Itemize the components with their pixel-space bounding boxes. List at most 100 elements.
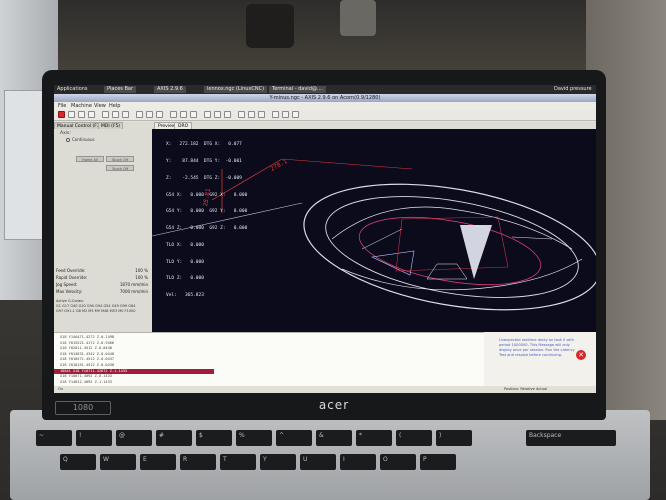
keyboard-key: * [356, 430, 392, 446]
toolbar-button-icon[interactable] [292, 111, 299, 118]
menu-help[interactable]: Help [109, 102, 120, 110]
radio-icon[interactable] [66, 138, 70, 142]
keyboard-key: T [220, 454, 256, 470]
gcode-line[interactable]: X18 Y10071.4092 Z-0.1433 [60, 374, 112, 379]
slider-value: 100 % [135, 275, 148, 280]
toolbar-button-icon[interactable] [102, 111, 109, 118]
tab-dro[interactable]: DRO [174, 122, 193, 129]
task-button-places[interactable]: Places Bar [104, 86, 137, 93]
slider-label: Max Velocity: [56, 289, 83, 294]
toolbar-button-icon[interactable] [258, 111, 265, 118]
gcode-line[interactable]: X18 Y015521.4172 Z-0.9466 [60, 341, 114, 346]
error-icon[interactable]: ✕ [576, 350, 586, 360]
estop-icon[interactable] [58, 111, 65, 118]
preview-tabbar: Preview DRO [152, 122, 596, 129]
outer-ring [303, 183, 596, 311]
keyboard-key: % [236, 430, 272, 446]
toolbar-button-icon[interactable] [282, 111, 289, 118]
toolbar-button-icon[interactable] [122, 111, 129, 118]
toolbar-button-icon[interactable] [112, 111, 119, 118]
home-all-button[interactable]: Home All [76, 156, 104, 162]
toolpath-preview[interactable]: Preview DRO X: 272.182 DTG X: 0.077 Y: 8… [152, 122, 596, 332]
toolbar-button-icon[interactable] [238, 111, 245, 118]
toolbar-button-icon[interactable] [88, 111, 95, 118]
keyboard-key: $ [196, 430, 232, 446]
gcode-line[interactable]: X18 Y010151.4512 Z-0.0438 [60, 363, 114, 368]
dro-line: Vel: 365.823 [166, 293, 204, 299]
slider-label: Jog Speed: [56, 282, 78, 287]
background-spool [246, 4, 294, 48]
toolbar-button-icon[interactable] [156, 111, 163, 118]
text-path [341, 258, 583, 291]
gcodes-line: G97 G91.1 G8 M2 M5 M9 M48 M53 M0 F1000 [56, 309, 136, 313]
backspace-key: Backspace [526, 430, 616, 446]
status-bar: On Position: Relative Actual [54, 386, 596, 393]
toolbar-button-icon[interactable] [224, 111, 231, 118]
toolbar-button-icon[interactable] [180, 111, 187, 118]
toolbar-button-icon[interactable] [190, 111, 197, 118]
toolbar-button-icon[interactable] [214, 111, 221, 118]
menubar: File Machine View Help [54, 102, 596, 110]
feed-override-slider[interactable]: Feed Override: 100 % [56, 267, 150, 274]
toolbar-button-icon[interactable] [272, 111, 279, 118]
desktop-panel: Applications Places Bar AXIS 2.9.6 lenno… [54, 85, 596, 94]
dimension-line [281, 158, 413, 170]
status-left: On [58, 387, 64, 391]
keyboard-key: Y [260, 454, 296, 470]
max-velocity-slider[interactable]: Max Velocity: 7000 mm/min [56, 288, 150, 295]
detail-path [361, 228, 403, 250]
task-button-axis[interactable]: AXIS 2.9.6 [154, 86, 186, 93]
dro-line: TLO Z: 0.000 [166, 276, 204, 282]
laptop-screen: Applications Places Bar AXIS 2.9.6 lenno… [54, 85, 596, 393]
inner-ring [325, 196, 579, 298]
jog-speed-slider[interactable]: Jog Speed: 1870 mm/min [56, 281, 150, 288]
dro-line: G54 Z: 0.000 G92 Z: 0.000 [166, 226, 248, 232]
gcode-line[interactable]: X18 Y014631.4342 Z-0.0448 [60, 352, 114, 357]
gcode-line-active[interactable]: 16641 X18 Y10711.42672 Z-1.1433 [54, 368, 214, 374]
background-box [340, 0, 376, 36]
toolbar-button-icon[interactable] [204, 111, 211, 118]
dro-readout: X: 272.182 DTG X: 0.077 Y: 87.844 DTG Y:… [166, 131, 247, 310]
applications-menu[interactable]: Applications [57, 85, 88, 94]
gcode-listing[interactable]: X18 Y14A471.4272 Z-0.1498 X18 Y015521.417… [54, 332, 484, 386]
background-shelf [58, 0, 588, 70]
active-gcodes: Active G-Codes: G1 G17 G40 G20 G90 G94 G… [56, 299, 150, 314]
rapid-override-slider[interactable]: Rapid Override: 100 % [56, 274, 150, 281]
tool-cone-icon [460, 225, 492, 279]
user-name[interactable]: David pressure [554, 85, 592, 94]
toolbar-button-icon[interactable] [248, 111, 255, 118]
keyboard-key: ) [436, 430, 472, 446]
text-path [331, 206, 573, 250]
menu-file[interactable]: File [58, 102, 66, 110]
toolbar-button-icon[interactable] [136, 111, 143, 118]
dro-line: G54 Y: 0.000 G92 Y: 0.000 [166, 209, 248, 215]
jog-mode-select[interactable]: Continuous [72, 137, 95, 142]
gcode-line[interactable]: X18 Y02011.4512 Z-0.0448 [60, 346, 112, 351]
gcode-line[interactable]: X18 Y010571.4512 Z-0.0437 [60, 357, 114, 362]
toolbar-button-icon[interactable] [68, 111, 75, 118]
toolbar-button-icon[interactable] [170, 111, 177, 118]
toolbar-button-icon[interactable] [146, 111, 153, 118]
toolbar-button-icon[interactable] [78, 111, 85, 118]
axis-label: Axis: [60, 131, 71, 136]
cabinet-panel [4, 90, 46, 240]
dro-line: Y: 87.844 DTG Y: -0.001 [166, 158, 242, 164]
tab-mdi[interactable]: MDI (F5) [98, 122, 124, 129]
tab-manual-control[interactable]: Manual Control (F3) [54, 122, 105, 129]
menu-view[interactable]: View [94, 102, 106, 110]
slider-label: Feed Override: [56, 268, 86, 273]
gcode-line[interactable]: X18 Y14A471.4272 Z-0.1498 [60, 335, 114, 340]
keyboard-key: W [100, 454, 136, 470]
slider-value: 100 % [135, 268, 148, 273]
touch-off-button-2[interactable]: Touch Off [106, 165, 134, 171]
task-button-file[interactable]: lennox.ngc (LinuxCNC) [204, 86, 268, 93]
keyboard-key: E [140, 454, 176, 470]
gcode-line[interactable]: X18 Y14012.4092 Z-1.1433 [60, 380, 112, 385]
window-titlebar: Y-minus.ngc - AXIS 2.9.6 on Acorn(0.9/12… [54, 94, 596, 102]
keyboard-key: & [316, 430, 352, 446]
touch-off-button[interactable]: Touch Off [106, 156, 134, 162]
menu-machine[interactable]: Machine [71, 102, 92, 110]
keyboard-key: ~ [36, 430, 72, 446]
task-button-terminal[interactable]: Terminal - david@.... [269, 86, 327, 93]
keyboard-key: R [180, 454, 216, 470]
